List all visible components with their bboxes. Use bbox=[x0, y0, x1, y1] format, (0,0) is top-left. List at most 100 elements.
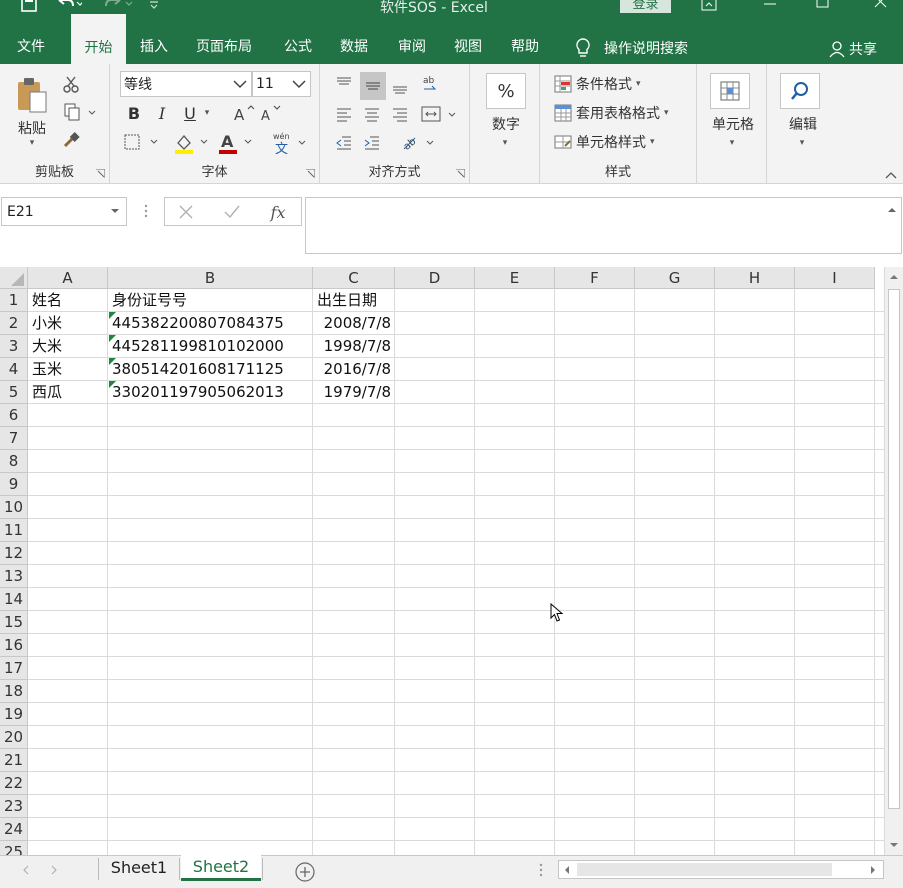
error-indicator-icon[interactable] bbox=[109, 381, 116, 388]
column-header-b[interactable]: B bbox=[108, 267, 313, 289]
find-icon[interactable] bbox=[780, 73, 820, 109]
insert-function-button[interactable]: fx bbox=[265, 201, 291, 223]
worksheet-grid[interactable]: ABCDEFGHI 1 2 3 4 5 6 7 8 9 10 11 12 13 14 15 16 17 18 19 2… bbox=[0, 267, 884, 855]
tab-help[interactable]: 帮助 bbox=[511, 38, 539, 56]
row-header[interactable]: 12 bbox=[0, 542, 28, 565]
editing-dropdown-icon[interactable]: ▾ bbox=[795, 136, 809, 150]
column-header-i[interactable]: I bbox=[795, 267, 875, 289]
increase-font-size-icon[interactable]: A bbox=[232, 102, 256, 124]
error-indicator-icon[interactable] bbox=[109, 312, 116, 319]
middle-align-icon[interactable] bbox=[360, 72, 386, 100]
align-left-icon[interactable] bbox=[332, 102, 356, 126]
column-header-d[interactable]: D bbox=[395, 267, 475, 289]
row-header[interactable]: 17 bbox=[0, 657, 28, 680]
cell-styles-button[interactable]: 单元格样式 ▾ bbox=[554, 131, 684, 153]
next-sheet-icon[interactable] bbox=[50, 865, 58, 875]
underline-dropdown-icon[interactable]: ▾ bbox=[200, 102, 214, 124]
cell-b4[interactable]: 380514201608171125 bbox=[112, 358, 309, 381]
tell-me-search[interactable]: 操作说明搜索 bbox=[574, 37, 688, 59]
bold-button[interactable]: B bbox=[124, 102, 144, 124]
tab-view[interactable]: 视图 bbox=[454, 38, 482, 56]
cell-b3[interactable]: 445281199810102000 bbox=[112, 335, 309, 358]
minimize-icon[interactable] bbox=[755, 0, 785, 14]
row-header[interactable]: 24 bbox=[0, 818, 28, 841]
font-launcher-icon[interactable] bbox=[306, 169, 315, 178]
tab-insert[interactable]: 插入 bbox=[140, 38, 168, 56]
horizontal-scroll-thumb[interactable] bbox=[577, 863, 832, 876]
cell-c1[interactable]: 出生日期 bbox=[317, 289, 391, 312]
row-header[interactable]: 21 bbox=[0, 749, 28, 772]
cells-icon[interactable] bbox=[710, 73, 750, 109]
cells-button[interactable]: 单元格 bbox=[705, 114, 761, 134]
row-header[interactable]: 11 bbox=[0, 519, 28, 542]
cell-b1[interactable]: 身份证号号 bbox=[112, 289, 309, 312]
tab-data[interactable]: 数据 bbox=[340, 38, 368, 56]
scroll-up-icon[interactable] bbox=[889, 273, 899, 281]
column-header-e[interactable]: E bbox=[475, 267, 555, 289]
cell-c4[interactable]: 2016/7/8 bbox=[317, 358, 391, 381]
cell-b2[interactable]: 445382200807084375 bbox=[112, 312, 309, 335]
horizontal-scrollbar[interactable] bbox=[558, 860, 884, 879]
tab-page-layout[interactable]: 页面布局 bbox=[196, 38, 252, 56]
cell-a2[interactable]: 小米 bbox=[32, 312, 104, 335]
column-header-h[interactable]: H bbox=[715, 267, 795, 289]
cell-b5[interactable]: 330201197905062013 bbox=[112, 381, 309, 404]
cell-a1[interactable]: 姓名 bbox=[32, 289, 104, 312]
row-header[interactable]: 4 bbox=[0, 358, 28, 381]
underline-button[interactable]: U bbox=[180, 102, 200, 124]
login-button[interactable]: 登录 bbox=[620, 0, 671, 13]
collapse-ribbon-icon[interactable] bbox=[884, 168, 898, 182]
decrease-font-size-icon[interactable]: A bbox=[258, 102, 282, 124]
phonetic-guide-icon[interactable]: wén 文 bbox=[270, 130, 310, 156]
ribbon-display-options-icon[interactable] bbox=[694, 0, 724, 14]
editing-button[interactable]: 编辑 bbox=[775, 114, 831, 134]
cell-a4[interactable]: 玉米 bbox=[32, 358, 104, 381]
font-color-icon[interactable]: A bbox=[216, 130, 256, 156]
row-header[interactable]: 3 bbox=[0, 335, 28, 358]
row-header[interactable]: 15 bbox=[0, 611, 28, 634]
merge-center-icon[interactable] bbox=[418, 102, 460, 126]
borders-icon[interactable] bbox=[122, 130, 162, 154]
conditional-formatting-button[interactable]: 条件格式 ▾ bbox=[554, 73, 674, 95]
row-header[interactable]: 13 bbox=[0, 565, 28, 588]
formula-bar-splitter[interactable] bbox=[144, 203, 148, 219]
vertical-scrollbar[interactable] bbox=[884, 267, 903, 855]
fill-color-icon[interactable] bbox=[172, 130, 212, 156]
text-orientation-icon[interactable]: ab bbox=[398, 130, 440, 154]
bottom-align-icon[interactable] bbox=[388, 74, 412, 98]
row-header[interactable]: 22 bbox=[0, 772, 28, 795]
row-header[interactable]: 25 bbox=[0, 841, 28, 855]
italic-button[interactable]: I bbox=[152, 102, 172, 124]
row-header[interactable]: 5 bbox=[0, 381, 28, 404]
undo-icon[interactable] bbox=[56, 0, 82, 14]
align-center-icon[interactable] bbox=[360, 102, 384, 126]
save-icon[interactable] bbox=[20, 0, 38, 14]
cancel-entry-icon[interactable] bbox=[175, 202, 197, 222]
redo-icon[interactable] bbox=[100, 0, 136, 14]
font-name-select[interactable]: 等线 bbox=[120, 71, 252, 97]
percent-icon[interactable]: % bbox=[486, 73, 526, 109]
format-as-table-button[interactable]: 套用表格格式 ▾ bbox=[554, 102, 694, 124]
column-header-f[interactable]: F bbox=[555, 267, 635, 289]
tab-formulas[interactable]: 公式 bbox=[284, 38, 312, 56]
row-header[interactable]: 16 bbox=[0, 634, 28, 657]
close-icon[interactable] bbox=[866, 0, 896, 14]
sheet-tab-sheet2[interactable]: Sheet2 bbox=[181, 855, 261, 881]
align-right-icon[interactable] bbox=[388, 102, 412, 126]
font-size-select[interactable]: 11 bbox=[252, 71, 311, 97]
row-header[interactable]: 6 bbox=[0, 404, 28, 427]
error-indicator-icon[interactable] bbox=[109, 335, 116, 342]
error-indicator-icon[interactable] bbox=[109, 358, 116, 365]
orientation-icon[interactable]: ab bbox=[418, 72, 442, 96]
row-header[interactable]: 9 bbox=[0, 473, 28, 496]
select-all-corner[interactable] bbox=[0, 267, 28, 289]
cell-c2[interactable]: 2008/7/8 bbox=[317, 312, 391, 335]
row-header[interactable]: 18 bbox=[0, 680, 28, 703]
maximize-icon[interactable] bbox=[808, 0, 838, 14]
tab-splitter-icon[interactable] bbox=[539, 862, 543, 878]
alignment-launcher-icon[interactable] bbox=[456, 169, 465, 178]
collapse-formula-bar-icon[interactable] bbox=[887, 206, 897, 214]
row-header[interactable]: 20 bbox=[0, 726, 28, 749]
share-button[interactable]: 共享 bbox=[829, 39, 877, 59]
column-header-c[interactable]: C bbox=[313, 267, 395, 289]
